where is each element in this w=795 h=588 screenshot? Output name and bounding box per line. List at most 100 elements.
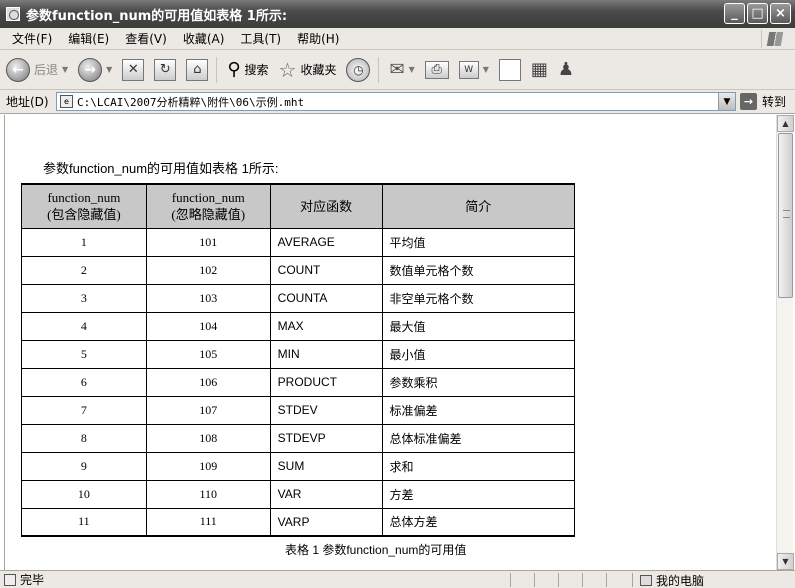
cell-function: VAR: [269, 480, 383, 509]
cell-include-hidden: 10: [21, 480, 147, 509]
cell-ignore-hidden: 107: [145, 396, 271, 425]
menu-edit[interactable]: 编辑(E): [68, 30, 109, 47]
discuss-button[interactable]: [495, 55, 525, 85]
status-divider: [534, 573, 535, 587]
forward-button[interactable]: → ▼: [74, 55, 116, 85]
table-row: 6 106 PRODUCT 参数乘积: [21, 368, 576, 397]
ie-page-icon: [6, 7, 20, 21]
history-button[interactable]: ◷: [342, 55, 374, 85]
table-row: 10 110 VAR 方差: [21, 480, 576, 509]
scroll-up-icon[interactable]: ▲: [777, 115, 794, 132]
messenger-icon: ♟: [557, 59, 575, 80]
favorites-button[interactable]: ☆ 收藏夹: [275, 55, 341, 85]
window-title: 参数function_num的可用值如表格 1所示:: [26, 8, 288, 24]
status-divider: [510, 573, 511, 587]
header-line: function_num: [47, 190, 121, 206]
menu-help[interactable]: 帮助(H): [297, 30, 339, 47]
favorites-label: 收藏夹: [300, 63, 337, 77]
toolbar: ← 后退 ▼ → ▼ ✕ ↻ ⌂ ⚲ 搜索 ☆ 收藏夹 ◷ ✉ ▼ ⎙ W ▼ …: [0, 50, 795, 90]
cell-description: 非空单元格个数: [381, 284, 576, 313]
maximize-button[interactable]: □: [747, 3, 768, 24]
page-icon: e: [60, 95, 73, 108]
table-row: 3 103 COUNTA 非空单元格个数: [21, 284, 576, 313]
mail-dropdown-icon[interactable]: ▼: [409, 65, 415, 74]
minimize-button[interactable]: _: [724, 3, 745, 24]
address-value[interactable]: C:\LCAI\2007分析精粹\附件\06\示例.mht: [77, 94, 304, 110]
cell-include-hidden: 4: [21, 312, 147, 341]
computer-icon: [640, 575, 652, 586]
search-button[interactable]: ⚲ 搜索: [223, 55, 272, 85]
messenger-button[interactable]: ♟: [554, 55, 578, 85]
address-dropdown-icon[interactable]: ▼: [718, 93, 735, 110]
scroll-down-icon[interactable]: ▼: [777, 553, 794, 570]
cell-description: 最大值: [381, 312, 576, 341]
address-label: 地址(D): [6, 95, 49, 109]
cell-ignore-hidden: 102: [145, 256, 271, 285]
mail-icon: ✉: [389, 59, 405, 80]
cell-description: 最小值: [381, 340, 576, 369]
stop-button[interactable]: ✕: [118, 55, 148, 85]
page-done-icon: [4, 573, 16, 586]
print-button[interactable]: ⎙: [421, 55, 453, 85]
header-function: 对应函数: [269, 183, 383, 229]
research-button[interactable]: ▦: [527, 55, 552, 85]
forward-dropdown-icon[interactable]: ▼: [106, 65, 112, 74]
search-icon: ⚲: [227, 59, 241, 80]
printer-icon: ⎙: [424, 60, 449, 79]
cell-description: 平均值: [381, 228, 576, 257]
cell-description: 标准偏差: [381, 396, 576, 425]
cell-include-hidden: 5: [21, 340, 147, 369]
cell-description: 数值单元格个数: [381, 256, 576, 285]
edit-button[interactable]: W ▼: [455, 55, 493, 85]
cell-ignore-hidden: 108: [145, 424, 271, 453]
cell-ignore-hidden: 106: [145, 368, 271, 397]
cell-include-hidden: 2: [21, 256, 147, 285]
table-row: 7 107 STDEV 标准偏差: [21, 396, 576, 425]
go-button[interactable]: → 转到: [740, 93, 786, 110]
cell-function: MAX: [269, 312, 383, 341]
header-line: (包含隐藏值): [47, 207, 121, 223]
back-label: 后退: [34, 63, 59, 77]
edit-dropdown-icon[interactable]: ▼: [483, 65, 489, 74]
vertical-scrollbar[interactable]: ▲ ▼: [776, 115, 794, 570]
scroll-thumb[interactable]: [778, 133, 793, 298]
scroll-grip-icon: [783, 210, 790, 218]
cell-ignore-hidden: 105: [145, 340, 271, 369]
table-row: 2 102 COUNT 数值单元格个数: [21, 256, 576, 285]
refresh-button[interactable]: ↻: [150, 55, 180, 85]
discuss-icon: [498, 58, 521, 81]
back-button[interactable]: ← 后退 ▼: [2, 55, 72, 85]
cell-function: COUNT: [269, 256, 383, 285]
cell-description: 求和: [381, 452, 576, 481]
address-bar: 地址(D) e C:\LCAI\2007分析精粹\附件\06\示例.mht ▼ …: [0, 90, 795, 114]
table-row: 8 108 STDEVP 总体标准偏差: [21, 424, 576, 453]
menu-favorites[interactable]: 收藏(A): [183, 30, 225, 47]
cell-ignore-hidden: 109: [145, 452, 271, 481]
word-edit-icon: W: [458, 60, 479, 79]
status-bar: 完毕 我的电脑: [0, 570, 795, 588]
back-dropdown-icon[interactable]: ▼: [62, 65, 68, 74]
status-divider: [632, 573, 633, 587]
refresh-icon: ↻: [154, 58, 177, 81]
address-input[interactable]: e C:\LCAI\2007分析精粹\附件\06\示例.mht ▼: [56, 92, 736, 111]
cell-include-hidden: 7: [21, 396, 147, 425]
menu-view[interactable]: 查看(V): [125, 30, 167, 47]
document-heading: 参数function_num的可用值如表格 1所示:: [43, 161, 279, 176]
status-divider: [582, 573, 583, 587]
go-label: 转到: [762, 95, 787, 109]
table-row: 11 111 VARP 总体方差: [21, 508, 576, 537]
page-content: 参数function_num的可用值如表格 1所示: function_num …: [4, 115, 776, 570]
home-button[interactable]: ⌂: [182, 55, 212, 85]
header-line: 对应函数: [300, 198, 353, 214]
table-row: 9 109 SUM 求和: [21, 452, 576, 481]
menu-file[interactable]: 文件(F): [12, 30, 52, 47]
cell-function: SUM: [269, 452, 383, 481]
cell-include-hidden: 9: [21, 452, 147, 481]
menu-tools[interactable]: 工具(T): [240, 30, 281, 47]
cell-function: AVERAGE: [269, 228, 383, 257]
cell-ignore-hidden: 111: [145, 508, 271, 537]
cell-include-hidden: 6: [21, 368, 147, 397]
close-button[interactable]: ×: [770, 3, 791, 24]
mail-button[interactable]: ✉ ▼: [385, 55, 418, 85]
cell-ignore-hidden: 101: [145, 228, 271, 257]
